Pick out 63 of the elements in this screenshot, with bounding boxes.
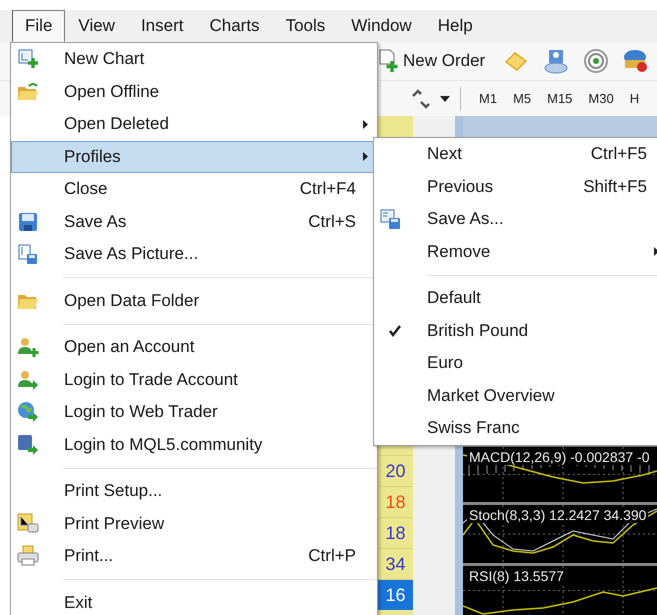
submenu-arrow-icon [363, 120, 368, 129]
menu-item[interactable]: Save As Ctrl+S [11, 206, 377, 238]
menu-bar-item[interactable]: Window [338, 10, 425, 42]
picture-save-icon [17, 243, 39, 266]
menu-item[interactable]: Open Offline [11, 76, 377, 108]
menu-bar-item[interactable]: Help [424, 10, 486, 42]
timeframe-button[interactable]: M15 [539, 88, 580, 109]
menu-item[interactable]: British Pound [374, 314, 657, 347]
menu-item[interactable]: Open Data Folder [11, 284, 377, 317]
menu-item[interactable]: Remove [374, 236, 657, 268]
arrows-icon[interactable] [410, 88, 432, 110]
indicator-label: Stoch(8,3,3) 12.2427 34.390 [467, 507, 648, 523]
printer-icon [17, 545, 39, 568]
shortcut-label: Ctrl+F4 [300, 179, 356, 200]
new-order-button[interactable]: New Order [374, 47, 490, 75]
menu-item[interactable]: Save As... [374, 203, 657, 236]
menu-item[interactable]: Market Overview [374, 380, 657, 412]
profile-save-icon [380, 208, 402, 230]
menu-bar-item[interactable]: Tools [272, 10, 338, 42]
menu-item[interactable]: Print Preview [11, 508, 377, 540]
menu-bar-item[interactable]: Charts [196, 10, 273, 42]
floppy-icon [17, 210, 39, 233]
indicator-label: MACD(12,26,9) -0.002837 -0 [467, 449, 652, 465]
menu-item[interactable]: Save As Picture... [11, 238, 377, 270]
menu-item[interactable]: Previous Shift+F5 [374, 170, 657, 203]
menu-item[interactable]: New Chart [11, 43, 377, 76]
print-preview-icon [17, 512, 39, 535]
indicator-label: RSI(8) 13.5577 [467, 568, 566, 584]
menu-item[interactable]: Close Ctrl+F4 [11, 173, 377, 206]
menu-item[interactable]: Swiss Franc [374, 412, 657, 444]
menu-item[interactable]: Default [374, 282, 657, 314]
timeframe-button[interactable]: H [622, 88, 648, 109]
menu-item[interactable]: Open Deleted [11, 108, 377, 140]
user-arrow-icon [17, 368, 39, 391]
menu-item[interactable]: Open an Account [11, 331, 377, 364]
signal-icon[interactable] [583, 48, 610, 74]
menu-item[interactable]: Next Ctrl+F5 [374, 138, 657, 170]
check-icon [388, 324, 402, 338]
menu-item[interactable]: Print Setup... [11, 475, 377, 508]
caret-icon[interactable] [440, 96, 450, 102]
folder-icon [17, 80, 39, 103]
globe-arrow-icon [17, 401, 39, 424]
user-add-icon [17, 336, 39, 358]
chart-add-icon [17, 48, 39, 70]
timeframe-button[interactable]: M5 [505, 88, 540, 109]
menu-item[interactable]: Euro [374, 347, 657, 380]
person-cloud-icon[interactable] [543, 48, 570, 74]
number-cell: 16 [378, 579, 413, 610]
menu-item[interactable]: Exit [11, 586, 377, 615]
menu-item[interactable]: Login to Trade Account [11, 364, 377, 396]
submenu-arrow-icon [363, 152, 368, 162]
menu-bar-item[interactable]: View [65, 10, 128, 42]
timeframe-button[interactable]: M30 [580, 88, 622, 109]
menu-item[interactable]: Login to Web Trader [11, 396, 377, 428]
shortcut-label: Shift+F5 [583, 176, 647, 197]
timeframe-button[interactable]: M1 [471, 88, 506, 109]
menu-item[interactable]: Print... Ctrl+P [11, 540, 377, 572]
menu-bar-item[interactable]: File [12, 10, 66, 42]
shortcut-label: Ctrl+P [308, 546, 356, 566]
menu-bar-item[interactable]: Insert [128, 10, 196, 42]
shortcut-label: Ctrl+S [308, 212, 356, 232]
shortcut-label: Ctrl+F5 [590, 144, 647, 164]
menu-item[interactable]: Login to MQL5.community [11, 428, 377, 461]
